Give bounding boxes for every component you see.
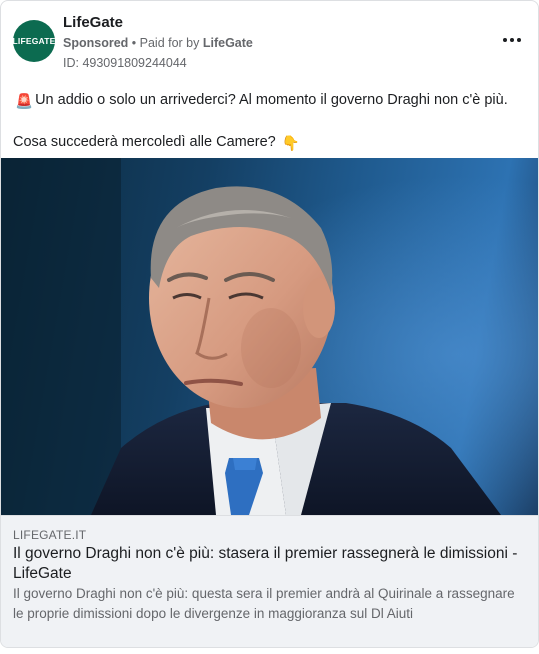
ad-id: ID: 493091809244044 (63, 56, 187, 70)
paid-for-by-name: LifeGate (202, 36, 253, 50)
post-header: LIFEGATE LifeGate Sponsored • Paid for b… (13, 13, 526, 73)
post-line-1: 🚨 Un addio o solo un arrivederci? Al mome… (13, 90, 526, 112)
post-image[interactable] (1, 158, 538, 515)
more-options-icon[interactable] (498, 31, 526, 49)
page-avatar[interactable]: LIFEGATE (13, 20, 55, 62)
link-domain: LIFEGATE.IT (13, 528, 87, 542)
link-preview[interactable]: LIFEGATE.IT Il governo Draghi non c'è pi… (1, 515, 538, 647)
link-description: Il governo Draghi non c'è più: questa se… (13, 586, 515, 621)
pointing-down-emoji-icon: 👇 (281, 136, 300, 152)
sponsored-line: Sponsored • Paid for by LifeGate (63, 34, 253, 52)
portrait-photo (1, 158, 538, 515)
paid-for-prefix: Paid for by (139, 36, 203, 50)
avatar-logo-text: LIFEGATE (12, 36, 56, 46)
post-line-2: Cosa succederà mercoledì alle Camere? 👇 (13, 132, 526, 154)
page-name-link[interactable]: LifeGate (63, 13, 253, 33)
meta-separator: • (128, 36, 140, 50)
post-meta: LifeGate Sponsored • Paid for by LifeGat… (63, 13, 253, 72)
sponsored-label: Sponsored (63, 36, 129, 50)
post-line-2-text: Cosa succederà mercoledì alle Camere? (13, 134, 276, 150)
siren-emoji-icon: 🚨 (15, 94, 34, 110)
post-text: 🚨 Un addio o solo un arrivederci? Al mome… (13, 90, 526, 154)
post-line-1-text: Un addio o solo un arrivederci? Al momen… (35, 92, 508, 108)
ad-card: LIFEGATE LifeGate Sponsored • Paid for b… (0, 0, 539, 648)
link-title[interactable]: Il governo Draghi non c'è più: stasera i… (13, 544, 526, 584)
